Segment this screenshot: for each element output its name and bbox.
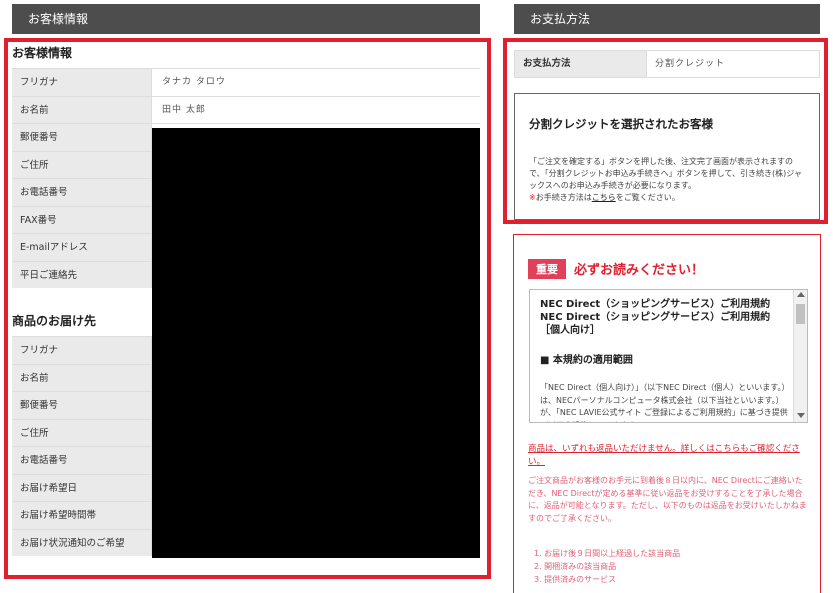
credit-info-title: 分割クレジットを選択されたお客様 xyxy=(529,117,713,131)
row-label: フリガナ xyxy=(12,337,152,364)
redaction-block xyxy=(152,128,480,558)
terms-content: NEC Direct（ショッピングサービス）ご利用規約 NEC Direct（シ… xyxy=(540,298,790,422)
customer-info-header: お客様情報 xyxy=(12,4,480,34)
scroll-up-arrow-icon[interactable] xyxy=(797,292,805,297)
payment-method-row: お支払方法 分割クレジット xyxy=(514,50,820,78)
list-item: 3. 提供済みのサービス xyxy=(534,575,617,584)
credit-info-box: 分割クレジットを選択されたお客様 「ご注文を確定する」ボタンを押した後、注文完了… xyxy=(514,93,820,220)
list-item: 1. お届け後９日間以上経過した該当商品 xyxy=(534,549,681,558)
terms-scroll-box[interactable]: NEC Direct（ショッピングサービス）ご利用規約 NEC Direct（シ… xyxy=(529,289,808,423)
note-mark: ※ xyxy=(529,193,536,202)
terms-section-heading: ■ 本規約の適用範囲 xyxy=(540,355,633,366)
row-label: お電話番号 xyxy=(12,447,152,474)
row-label: E-mailアドレス xyxy=(12,234,152,261)
row-label: ご住所 xyxy=(12,151,152,178)
return-policy-link[interactable]: 商品は、いずれも返品いただけません。詳しくはこちらもご確認ください。 xyxy=(528,443,810,469)
row-label: お届け希望時間帯 xyxy=(12,502,152,529)
row-label: FAX番号 xyxy=(12,206,152,233)
payment-method-header: お支払方法 xyxy=(514,4,820,34)
terms-scrollbar[interactable] xyxy=(793,290,807,422)
row-label: 郵便番号 xyxy=(12,392,152,419)
row-label: 郵便番号 xyxy=(12,124,152,151)
credit-info-text: 「ご注文を確定する」ボタンを押した後、注文完了画面が表示されますので、「分割クレ… xyxy=(529,157,802,190)
payment-method-value: 分割クレジット xyxy=(655,59,726,69)
important-heading: 必ずお読みください！ xyxy=(574,263,705,278)
row-value: タナカ タロウ xyxy=(162,77,226,87)
important-notice-box: 重要 必ずお読みください！ NEC Direct（ショッピングサービス）ご利用規… xyxy=(513,234,821,593)
scroll-thumb[interactable] xyxy=(796,304,805,324)
return-exclusion-list: 1. お届け後９日間以上経過した該当商品 2. 開梱済みの該当商品 3. 提供済… xyxy=(534,547,680,586)
note-text: お手続き方法は xyxy=(535,193,592,202)
customer-info-title: お客様情報 xyxy=(12,46,73,60)
row-label: お名前 xyxy=(12,364,152,391)
credit-info-note: ※お手続き方法はこちらをご覧ください。 xyxy=(529,192,807,204)
payment-method-label: お支払方法 xyxy=(515,51,647,77)
row-value: 田中 太郎 xyxy=(162,104,206,115)
row-label: お届け希望日 xyxy=(12,474,152,501)
terms-title: NEC Direct（ショッピングサービス）ご利用規約 xyxy=(540,299,771,310)
shipping-address-title: 商品のお届け先 xyxy=(12,314,97,328)
list-item: 2. 開梱済みの該当商品 xyxy=(534,562,617,571)
row-label: お電話番号 xyxy=(12,179,152,206)
table-row: お名前 田中 太郎 xyxy=(12,95,480,123)
terms-title: NEC Direct（ショッピングサービス）ご利用規約［個人向け］ xyxy=(540,312,771,336)
important-badge: 重要 xyxy=(528,259,566,279)
row-label: 平日ご連絡先 xyxy=(12,261,152,288)
scroll-down-arrow-icon[interactable] xyxy=(797,413,805,418)
return-policy-text: ご注文商品がお客様のお手元に到着後８日以内に、NEC Directにご連絡いただ… xyxy=(528,476,807,523)
row-label: ご住所 xyxy=(12,419,152,446)
note-end: をご覧ください。 xyxy=(615,193,680,202)
row-label: お届け状況通知のご希望 xyxy=(12,529,152,556)
procedure-link[interactable]: こちら xyxy=(592,193,616,202)
row-label: お名前 xyxy=(12,96,152,123)
table-row: フリガナ タナカ タロウ xyxy=(12,68,480,96)
terms-paragraph: 「NEC Direct（個人向け）」（以下NEC Direct（個人）といいます… xyxy=(540,383,790,422)
row-label: フリガナ xyxy=(12,69,152,96)
